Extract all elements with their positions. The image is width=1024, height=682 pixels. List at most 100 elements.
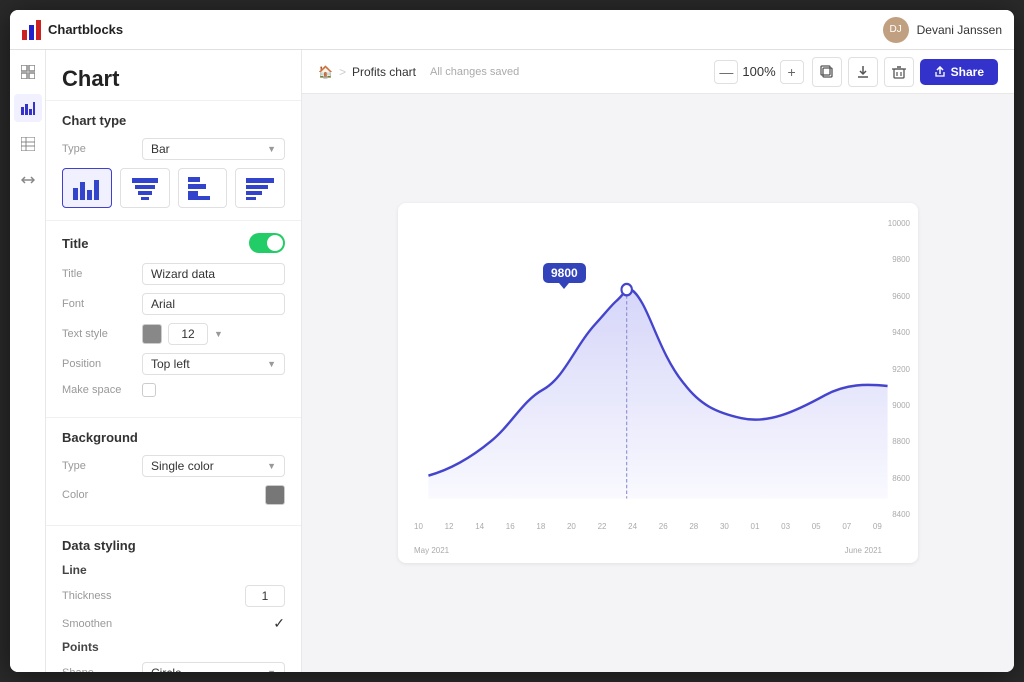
position-field-row: Position Top left ▼ (62, 353, 285, 375)
chart-type-funnel-h[interactable] (235, 168, 285, 208)
logo-icon (22, 20, 42, 40)
shape-label: Shape (62, 667, 142, 672)
sidebar-item-transform[interactable] (14, 166, 42, 194)
delete-btn[interactable] (884, 57, 914, 87)
bg-color-label: Color (62, 489, 142, 501)
title-toggle-knob (267, 235, 283, 251)
app-logo: Chartblocks (22, 20, 123, 40)
toolbar: 🏠 > Profits chart All changes saved — 10… (302, 50, 1014, 94)
title-section-label: Title (62, 236, 249, 251)
data-styling-label: Data styling (62, 538, 285, 553)
user-name: Devani Janssen (917, 23, 1002, 37)
text-style-label: Text style (62, 328, 142, 340)
chart-type-bar[interactable] (62, 168, 112, 208)
make-space-checkbox[interactable] (142, 383, 156, 397)
title-field-row: Title (62, 263, 285, 285)
bg-type-label: Type (62, 460, 142, 472)
bg-color-row: Color (62, 485, 285, 505)
home-icon[interactable]: 🏠 (318, 65, 333, 79)
chart-type-section: Chart type Type Bar ▼ (46, 100, 301, 220)
breadcrumb-sep: > (339, 65, 346, 79)
smoothen-row: Smoothen ✓ (62, 615, 285, 632)
download-btn[interactable] (848, 57, 878, 87)
chart-canvas: 9800 (302, 94, 1014, 672)
thickness-label: Thickness (62, 590, 142, 602)
grid-icon (21, 65, 35, 79)
download-icon (856, 65, 870, 79)
trash-icon (892, 65, 906, 79)
x-axis-month-labels: May 2021 June 2021 (414, 546, 882, 555)
type-field-row: Type Bar ▼ (62, 138, 285, 160)
font-label: Font (62, 298, 142, 310)
chart-type-funnel[interactable] (120, 168, 170, 208)
app-name: Chartblocks (48, 22, 123, 37)
chart-type-label: Chart type (62, 113, 285, 128)
share-button[interactable]: Share (920, 59, 998, 85)
text-color-swatch[interactable] (142, 324, 162, 344)
zoom-level: 100% (742, 64, 775, 79)
points-subsection-label: Points (62, 640, 285, 654)
data-styling-section: Data styling Line Thickness Smoothen ✓ P… (46, 525, 301, 672)
font-field-row: Font (62, 293, 285, 315)
zoom-plus-btn[interactable]: + (780, 60, 804, 84)
make-space-label: Make space (62, 384, 142, 396)
y-axis-labels: 10000 9800 9600 9400 9200 9000 8800 8600… (888, 219, 910, 519)
transform-icon (21, 173, 35, 187)
text-style-row: Text style ▼ (62, 323, 285, 345)
titlebar: Chartblocks DJ Devani Janssen (10, 10, 1014, 50)
zoom-minus-btn[interactable]: — (714, 60, 738, 84)
share-label: Share (951, 65, 984, 79)
font-size-arrow[interactable]: ▼ (214, 329, 223, 339)
background-section: Background Type Single color ▼ Color (46, 417, 301, 525)
background-section-label: Background (62, 430, 285, 445)
font-size-input[interactable] (168, 323, 208, 345)
type-label: Type (62, 143, 142, 155)
position-label: Position (62, 358, 142, 370)
position-select[interactable]: Top left ▼ (142, 353, 285, 375)
title-section: Title Title Font (46, 220, 301, 417)
shape-select[interactable]: Circle ▼ (142, 662, 285, 672)
line-subsection-label: Line (62, 563, 285, 577)
user-area: DJ Devani Janssen (883, 17, 1002, 43)
smoothen-checkmark[interactable]: ✓ (273, 615, 285, 632)
title-field-label: Title (62, 268, 142, 280)
breadcrumb-page: Profits chart (352, 65, 416, 79)
type-select-arrow: ▼ (267, 144, 276, 154)
bg-type-select[interactable]: Single color ▼ (142, 455, 285, 477)
toolbar-actions: Share (812, 57, 998, 87)
chart-svg (418, 223, 898, 533)
sidebar-item-table[interactable] (14, 130, 42, 158)
title-input[interactable] (142, 263, 285, 285)
thickness-input[interactable] (245, 585, 285, 607)
breadcrumb: 🏠 > Profits chart All changes saved (318, 65, 519, 79)
copy-btn[interactable] (812, 57, 842, 87)
font-input[interactable] (142, 293, 285, 315)
make-space-row: Make space (62, 383, 285, 397)
chart-container: 9800 (398, 203, 918, 563)
icon-sidebar (10, 50, 46, 672)
x-axis-day-labels: 10121416182022242628300103050709 (414, 522, 882, 531)
sidebar-item-grid[interactable] (14, 58, 42, 86)
copy-icon (820, 65, 834, 79)
saved-status: All changes saved (430, 66, 519, 78)
thickness-row: Thickness (62, 585, 285, 607)
table-icon (21, 137, 35, 151)
content-area: 🏠 > Profits chart All changes saved — 10… (302, 50, 1014, 672)
bg-color-swatch[interactable] (265, 485, 285, 505)
title-toggle[interactable] (249, 233, 285, 253)
panel-title: Chart (62, 66, 285, 92)
title-section-header: Title (62, 233, 285, 253)
bg-type-row: Type Single color ▼ (62, 455, 285, 477)
chart-type-grid (62, 168, 285, 208)
panel-header: Chart (46, 50, 301, 100)
type-select[interactable]: Bar ▼ (142, 138, 285, 160)
share-icon (934, 66, 946, 78)
chart-type-bar-h[interactable] (178, 168, 228, 208)
avatar: DJ (883, 17, 909, 43)
chart-icon (21, 101, 35, 115)
smoothen-label: Smoothen (62, 618, 142, 630)
zoom-control: — 100% + (714, 60, 803, 84)
sidebar-item-chart[interactable] (14, 94, 42, 122)
left-panel: Chart Chart type Type Bar ▼ (46, 50, 302, 672)
shape-row: Shape Circle ▼ (62, 662, 285, 672)
